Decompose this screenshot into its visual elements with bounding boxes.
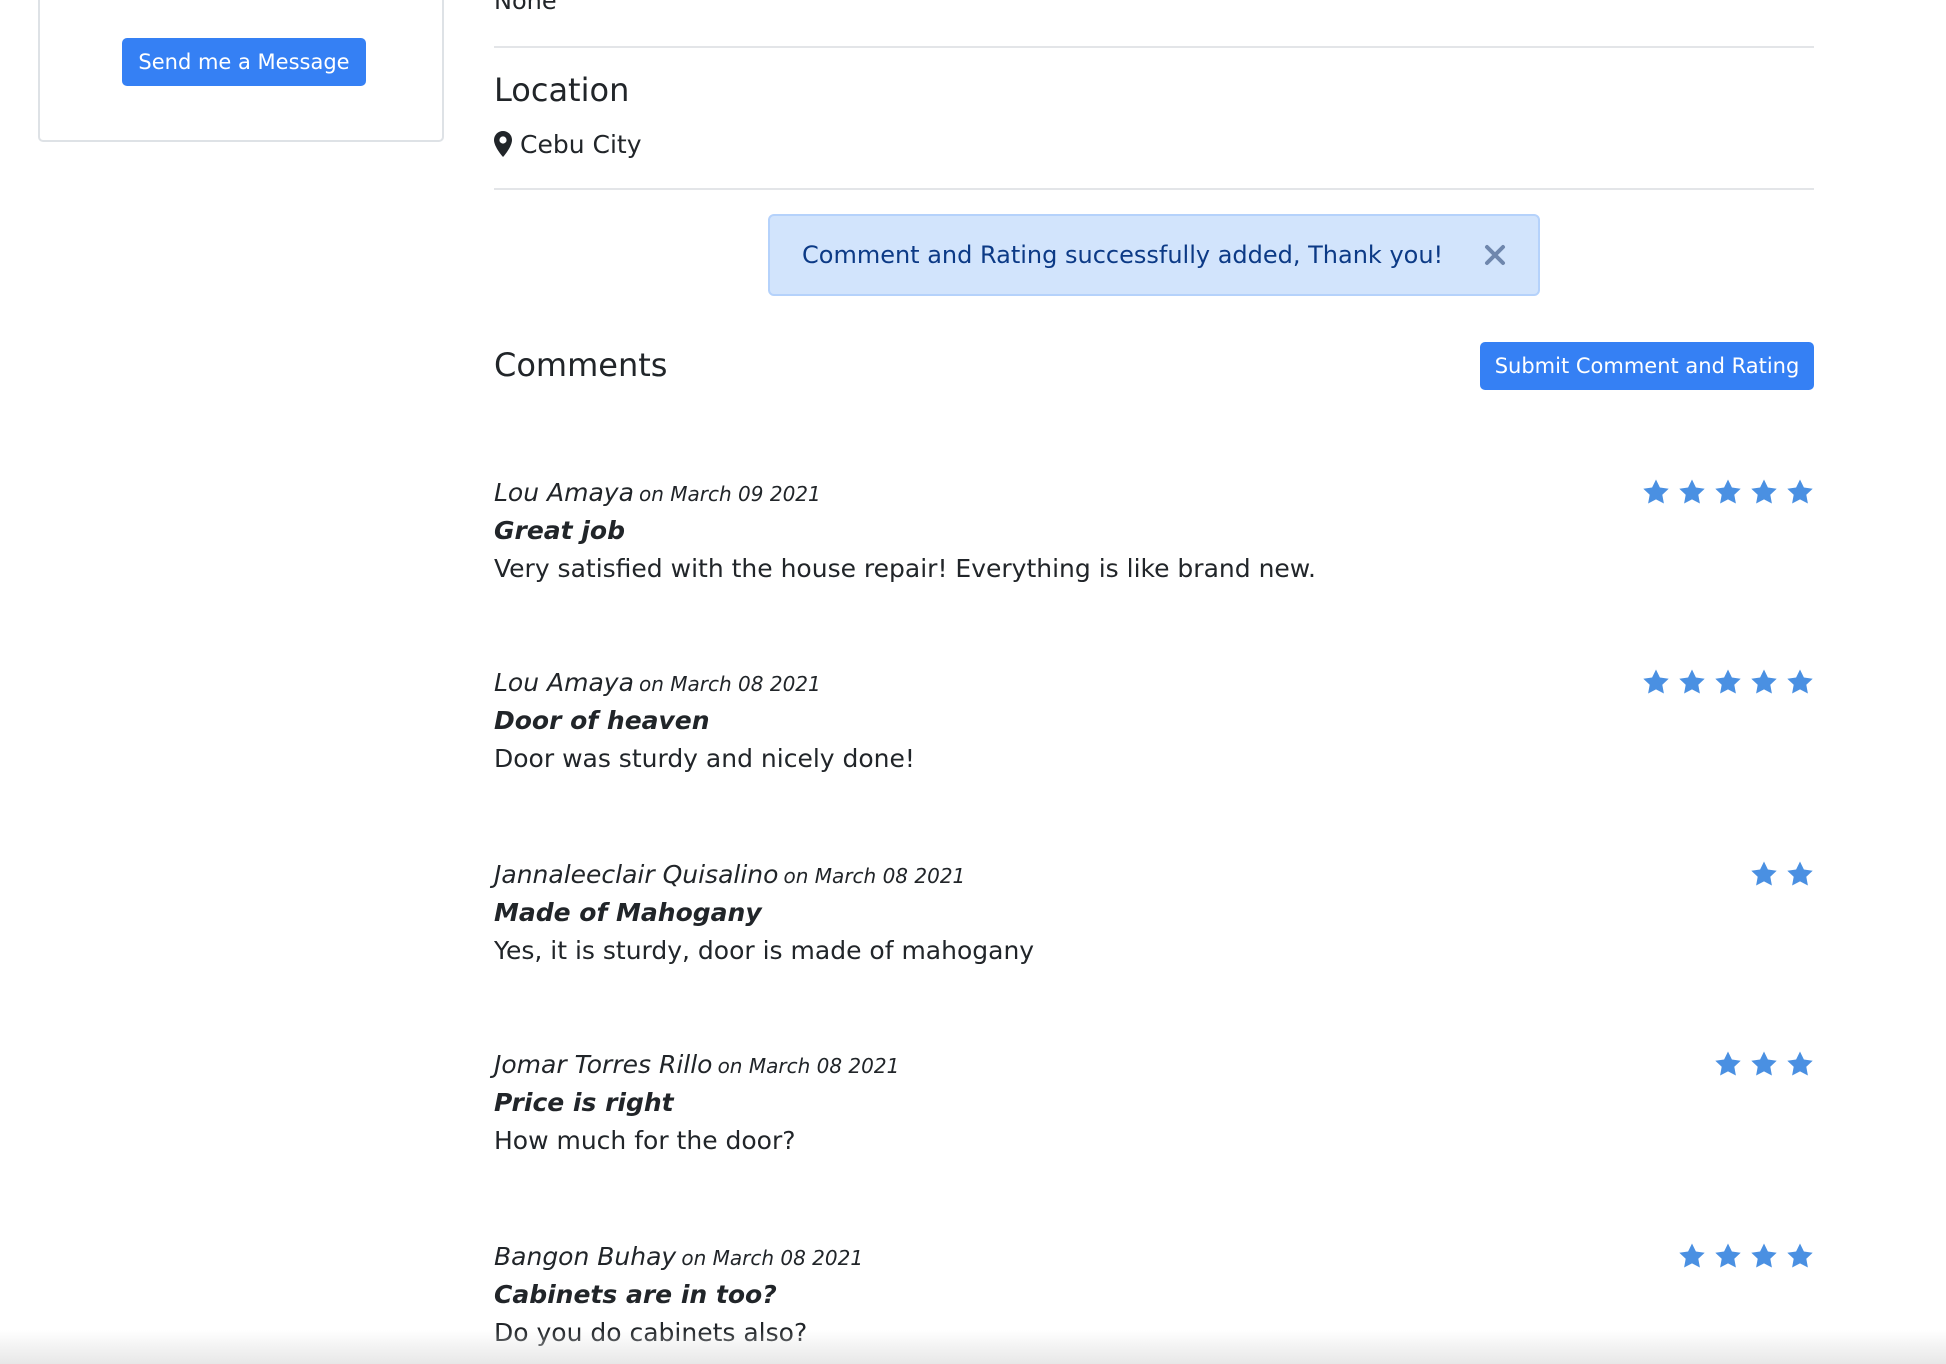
star-icon — [1750, 1050, 1778, 1078]
star-icon — [1642, 668, 1670, 696]
contact-card: Send me a Message — [38, 0, 444, 142]
star-icon — [1786, 860, 1814, 888]
comment-body: How much for the door? — [494, 1126, 796, 1155]
comment-date: on March 09 2021 — [639, 482, 821, 506]
star-icon — [1750, 860, 1778, 888]
star-icon — [1714, 478, 1742, 506]
divider — [494, 188, 1814, 190]
comment-title: Door of heaven — [494, 706, 710, 735]
map-pin-icon — [494, 131, 512, 157]
comment-author: Jomar Torres Rillo — [494, 1050, 713, 1079]
star-icon — [1678, 478, 1706, 506]
comment-author: Jannaleeclair Quisalino — [494, 860, 779, 889]
star-icon — [1714, 1050, 1742, 1078]
comment-author: Bangon Buhay — [494, 1242, 677, 1271]
comment-date: on March 08 2021 — [717, 1054, 900, 1078]
comment-item: Lou Amaya on March 08 2021 Door of heaven… — [494, 668, 1814, 788]
location-row: Cebu City — [494, 126, 642, 162]
star-icon — [1786, 1242, 1814, 1270]
location-value: Cebu City — [520, 129, 642, 159]
star-rating — [1714, 1050, 1814, 1078]
comments-heading: Comments — [494, 346, 668, 384]
comment-date: on March 08 2021 — [681, 1246, 864, 1270]
comment-meta: Jomar Torres Rillo on March 08 2021 — [494, 1050, 899, 1083]
comment-author: Lou Amaya — [494, 668, 634, 697]
comment-meta: Bangon Buhay on March 08 2021 — [494, 1242, 863, 1275]
comment-date: on March 08 2021 — [639, 672, 821, 696]
star-rating — [1678, 1242, 1814, 1270]
star-icon — [1750, 668, 1778, 696]
star-icon — [1750, 478, 1778, 506]
comment-item: Jannaleeclair Quisalino on March 08 2021… — [494, 860, 1814, 980]
close-icon[interactable] — [1482, 242, 1508, 268]
location-heading: Location — [494, 71, 630, 109]
star-icon — [1678, 668, 1706, 696]
comment-body: Door was sturdy and nicely done! — [494, 744, 915, 773]
star-icon — [1750, 1242, 1778, 1270]
comment-item: Lou Amaya on March 09 2021 Great job Very … — [494, 478, 1814, 598]
divider — [494, 46, 1814, 48]
success-alert: Comment and Rating successfully added, T… — [768, 214, 1540, 296]
comment-title: Made of Mahogany — [494, 898, 762, 927]
star-icon — [1678, 1242, 1706, 1270]
page: Send me a Message None Location Cebu Cit… — [0, 0, 1946, 1364]
comment-body: Yes, it is sturdy, door is made of mahog… — [494, 936, 1035, 965]
submit-comment-button[interactable]: Submit Comment and Rating — [1480, 342, 1814, 390]
comment-title: Cabinets are in too? — [494, 1280, 777, 1309]
comment-item: Jomar Torres Rillo on March 08 2021 Price… — [494, 1050, 1814, 1170]
scroll-edge-shadow — [0, 1330, 1946, 1364]
star-icon — [1642, 478, 1670, 506]
comment-meta: Lou Amaya on March 09 2021 — [494, 478, 821, 511]
star-rating — [1642, 668, 1814, 696]
star-icon — [1714, 668, 1742, 696]
send-message-button[interactable]: Send me a Message — [122, 38, 366, 86]
star-rating — [1750, 860, 1814, 888]
star-icon — [1786, 668, 1814, 696]
star-icon — [1786, 1050, 1814, 1078]
comment-meta: Lou Amaya on March 08 2021 — [494, 668, 821, 701]
star-icon — [1714, 1242, 1742, 1270]
star-icon — [1786, 478, 1814, 506]
comment-date: on March 08 2021 — [783, 864, 966, 888]
comment-title: Price is right — [494, 1088, 674, 1117]
alert-message: Comment and Rating successfully added, T… — [802, 241, 1444, 269]
star-rating — [1642, 478, 1814, 506]
previous-field-value: None — [494, 0, 557, 15]
comment-title: Great job — [494, 516, 625, 545]
comment-author: Lou Amaya — [494, 478, 634, 507]
comment-meta: Jannaleeclair Quisalino on March 08 2021 — [494, 860, 965, 893]
comment-body: Very satisfied with the house repair! Ev… — [494, 554, 1316, 583]
